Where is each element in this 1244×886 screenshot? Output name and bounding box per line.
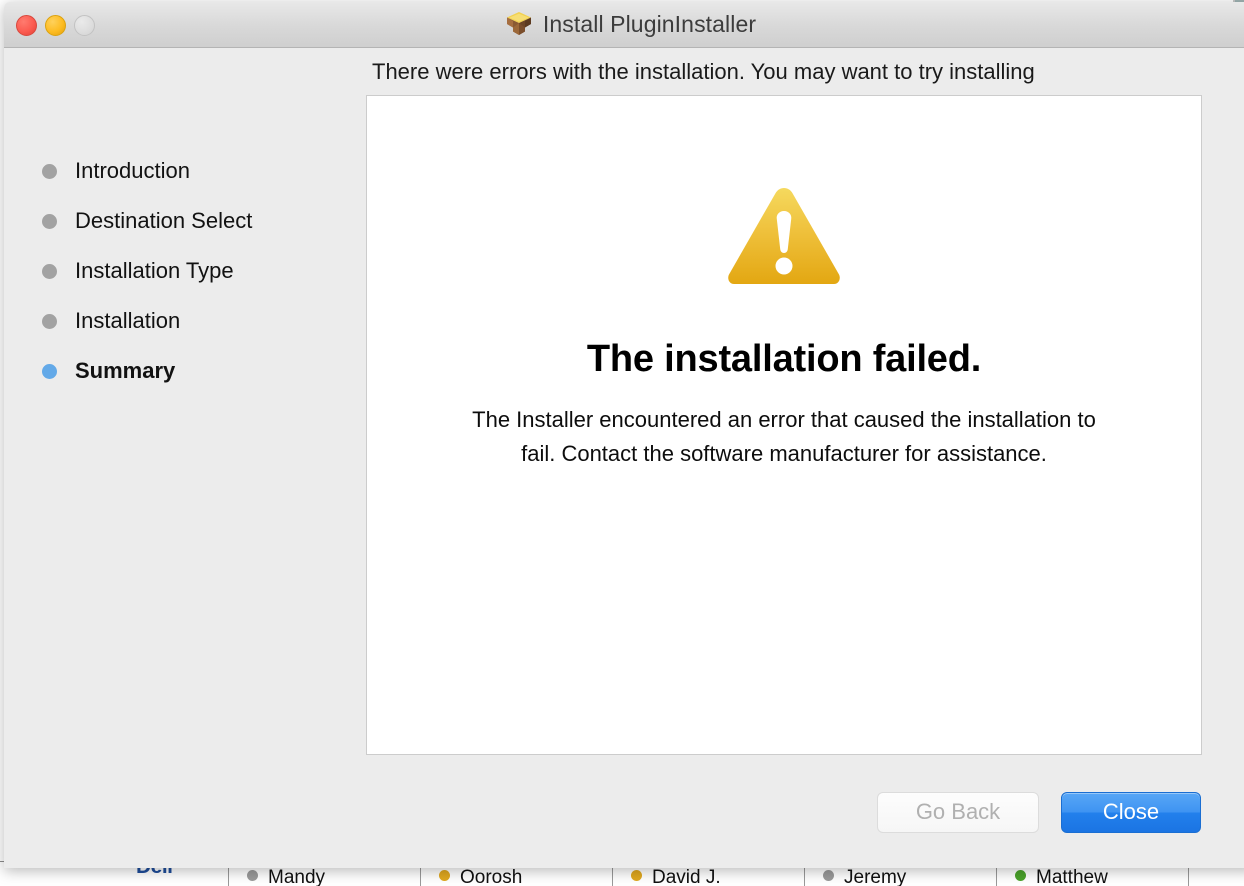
warning-triangle-icon	[716, 175, 852, 295]
sidebar-item-label: Installation	[75, 308, 181, 333]
sidebar-item-label: Installation Type	[75, 258, 234, 283]
installer-button-row: Go Back Close	[366, 755, 1202, 868]
sidebar-item-destination-select: Destination Select	[4, 196, 366, 246]
sidebar-item-installation-type: Installation Type	[4, 246, 366, 296]
installation-failed-heading: The installation failed.	[586, 338, 982, 380]
installer-window: Install PluginInstaller There were error…	[4, 2, 1244, 868]
status-dot-icon	[631, 870, 642, 881]
sidebar-item-introduction: Introduction	[4, 146, 366, 196]
step-dot-icon	[42, 313, 57, 329]
window-title: Install PluginInstaller	[542, 11, 757, 37]
background-contact-name: Matthew	[1036, 867, 1108, 886]
go-back-button: Go Back	[877, 791, 1039, 833]
sidebar-item-label: Introduction	[75, 158, 190, 183]
background-contact-name: David J.	[652, 867, 721, 886]
status-dot-icon	[439, 870, 450, 881]
sidebar-item-label: Destination Select	[75, 208, 253, 233]
window-title-group: Install PluginInstaller	[4, 2, 1244, 47]
background-contact-name: Jeremy	[844, 867, 907, 886]
step-dot-icon-active	[42, 363, 57, 379]
window-title-bar[interactable]: Install PluginInstaller	[4, 2, 1244, 48]
zoom-window-button	[74, 15, 95, 36]
background-contact-name: Oorosh	[460, 867, 523, 886]
status-dot-icon	[823, 870, 834, 881]
sidebar-item-label: Summary	[75, 358, 176, 383]
installation-failed-description: The Installer encountered an error that …	[472, 406, 1096, 466]
installer-steps-sidebar: Introduction Destination Select Installa…	[4, 95, 366, 396]
step-dot-icon	[42, 213, 57, 229]
background-contact-name: Mandy	[268, 867, 326, 886]
installer-body: Introduction Destination Select Installa…	[4, 95, 1244, 868]
close-window-button[interactable]	[16, 15, 37, 36]
close-button[interactable]: Close	[1061, 791, 1201, 833]
sidebar-item-summary: Summary	[4, 346, 366, 396]
installer-content-panel: The installation failed. The Installer e…	[366, 95, 1202, 755]
window-controls	[16, 15, 95, 36]
status-dot-icon	[1015, 870, 1026, 881]
error-banner-text: There were errors with the installation.…	[372, 59, 1035, 84]
status-dot-icon	[247, 870, 258, 881]
sidebar-item-installation: Installation	[4, 296, 366, 346]
step-dot-icon	[42, 263, 57, 279]
minimize-window-button[interactable]	[45, 15, 66, 36]
step-dot-icon	[42, 163, 57, 179]
error-banner: There were errors with the installation.…	[4, 48, 1244, 95]
package-box-icon	[504, 10, 534, 40]
